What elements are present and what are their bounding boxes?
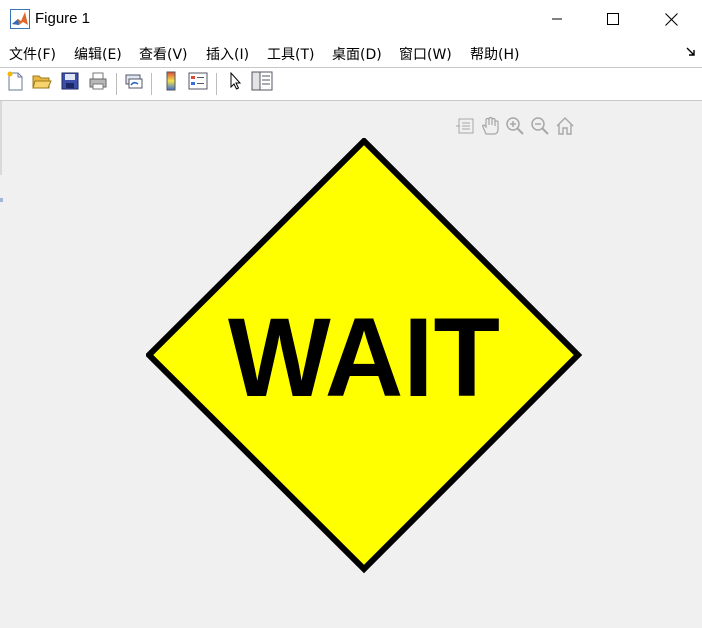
left-edge-tick	[0, 198, 3, 202]
menu-edit[interactable]: 编辑(E)	[74, 44, 122, 64]
restore-view-button[interactable]	[553, 116, 577, 140]
menu-window[interactable]: 窗口(W)	[399, 44, 452, 64]
export-icon	[455, 117, 475, 139]
minimize-button[interactable]	[528, 0, 586, 38]
insert-colorbar-button[interactable]	[160, 71, 182, 95]
menu-desktop[interactable]: 桌面(D)	[332, 44, 382, 64]
menu-bar: 文件(F) 编辑(E) 查看(V) 插入(I) 工具(T) 桌面(D) 窗口(W…	[0, 40, 702, 66]
figure-toolbar	[0, 68, 702, 100]
menu-help[interactable]: 帮助(H)	[470, 44, 519, 64]
toolbar-separator	[216, 73, 217, 95]
open-file-button[interactable]	[31, 72, 53, 94]
sign-text: WAIT	[228, 295, 500, 420]
zoom-in-button[interactable]	[503, 116, 527, 140]
print-button[interactable]	[87, 72, 109, 94]
matlab-logo-icon	[10, 9, 30, 29]
zoom-in-icon	[505, 116, 525, 140]
menu-view[interactable]: 查看(V)	[139, 44, 188, 64]
edit-plot-button[interactable]	[224, 71, 246, 95]
new-figure-button[interactable]	[4, 71, 26, 95]
maximize-icon	[607, 13, 619, 25]
print-icon	[88, 71, 108, 95]
link-plot-button[interactable]	[123, 72, 145, 94]
property-inspector-icon	[251, 71, 273, 95]
pan-icon	[480, 116, 500, 140]
wait-sign: WAIT	[146, 138, 582, 574]
dock-arrow-icon[interactable]	[686, 46, 696, 60]
menu-insert[interactable]: 插入(I)	[206, 44, 249, 64]
maximize-button[interactable]	[584, 0, 642, 38]
edit-plot-icon	[227, 71, 243, 95]
axes-toolbar	[453, 116, 577, 140]
link-plot-icon	[124, 71, 144, 95]
save-icon	[61, 72, 79, 94]
menu-tools[interactable]: 工具(T)	[267, 44, 314, 64]
toolbar-separator	[151, 73, 152, 95]
menu-file[interactable]: 文件(F)	[9, 44, 56, 64]
zoom-out-icon	[530, 116, 550, 140]
toolbar-separator	[116, 73, 117, 95]
save-button[interactable]	[59, 72, 81, 94]
close-button[interactable]	[642, 0, 700, 38]
zoom-out-button[interactable]	[528, 116, 552, 140]
property-inspector-button[interactable]	[251, 71, 273, 95]
new-figure-icon	[6, 71, 24, 95]
insert-legend-button[interactable]	[187, 72, 209, 94]
minimize-icon	[551, 13, 563, 25]
left-edge-mark	[0, 101, 2, 175]
title-bar: Figure 1	[0, 0, 702, 38]
close-icon	[664, 12, 678, 26]
insert-colorbar-icon	[163, 71, 179, 95]
insert-legend-icon	[188, 72, 208, 94]
export-button[interactable]	[453, 116, 477, 140]
window-title: Figure 1	[35, 10, 91, 27]
pan-button[interactable]	[478, 116, 502, 140]
open-file-icon	[32, 72, 52, 94]
restore-view-icon	[555, 116, 575, 140]
